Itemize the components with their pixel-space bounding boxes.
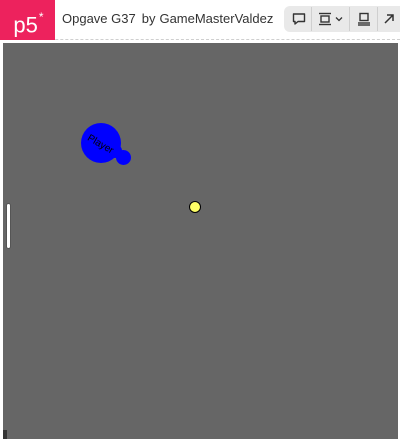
embed-size-icon — [319, 12, 331, 26]
embed-toolbar — [284, 6, 400, 32]
logo-text: p5 — [13, 12, 38, 38]
player-trail-tip — [116, 150, 131, 165]
comment-icon — [292, 13, 305, 25]
chevron-down-icon — [335, 17, 343, 22]
display-button[interactable] — [350, 7, 378, 31]
p5-logo[interactable]: p5* — [0, 0, 55, 40]
by-label: by — [141, 11, 156, 26]
ball — [189, 201, 201, 213]
open-external-icon — [384, 14, 394, 24]
logo-mark: * — [38, 10, 44, 24]
author-link[interactable]: GameMasterValdez — [159, 11, 273, 26]
display-icon — [357, 12, 370, 26]
sketch-title[interactable]: Opgave G37 — [62, 11, 136, 26]
open-external-button[interactable] — [378, 7, 400, 31]
resize-handle[interactable] — [6, 203, 11, 249]
canvas-edge-marker — [3, 430, 7, 439]
embed-size-button[interactable] — [312, 7, 350, 31]
sketch-header: p5* Opgave G37 by GameMasterValdez — [0, 0, 400, 40]
comment-button[interactable] — [286, 7, 312, 31]
game-canvas[interactable] — [3, 43, 398, 439]
sketch-title-row: Opgave G37 by GameMasterValdez — [62, 11, 273, 26]
